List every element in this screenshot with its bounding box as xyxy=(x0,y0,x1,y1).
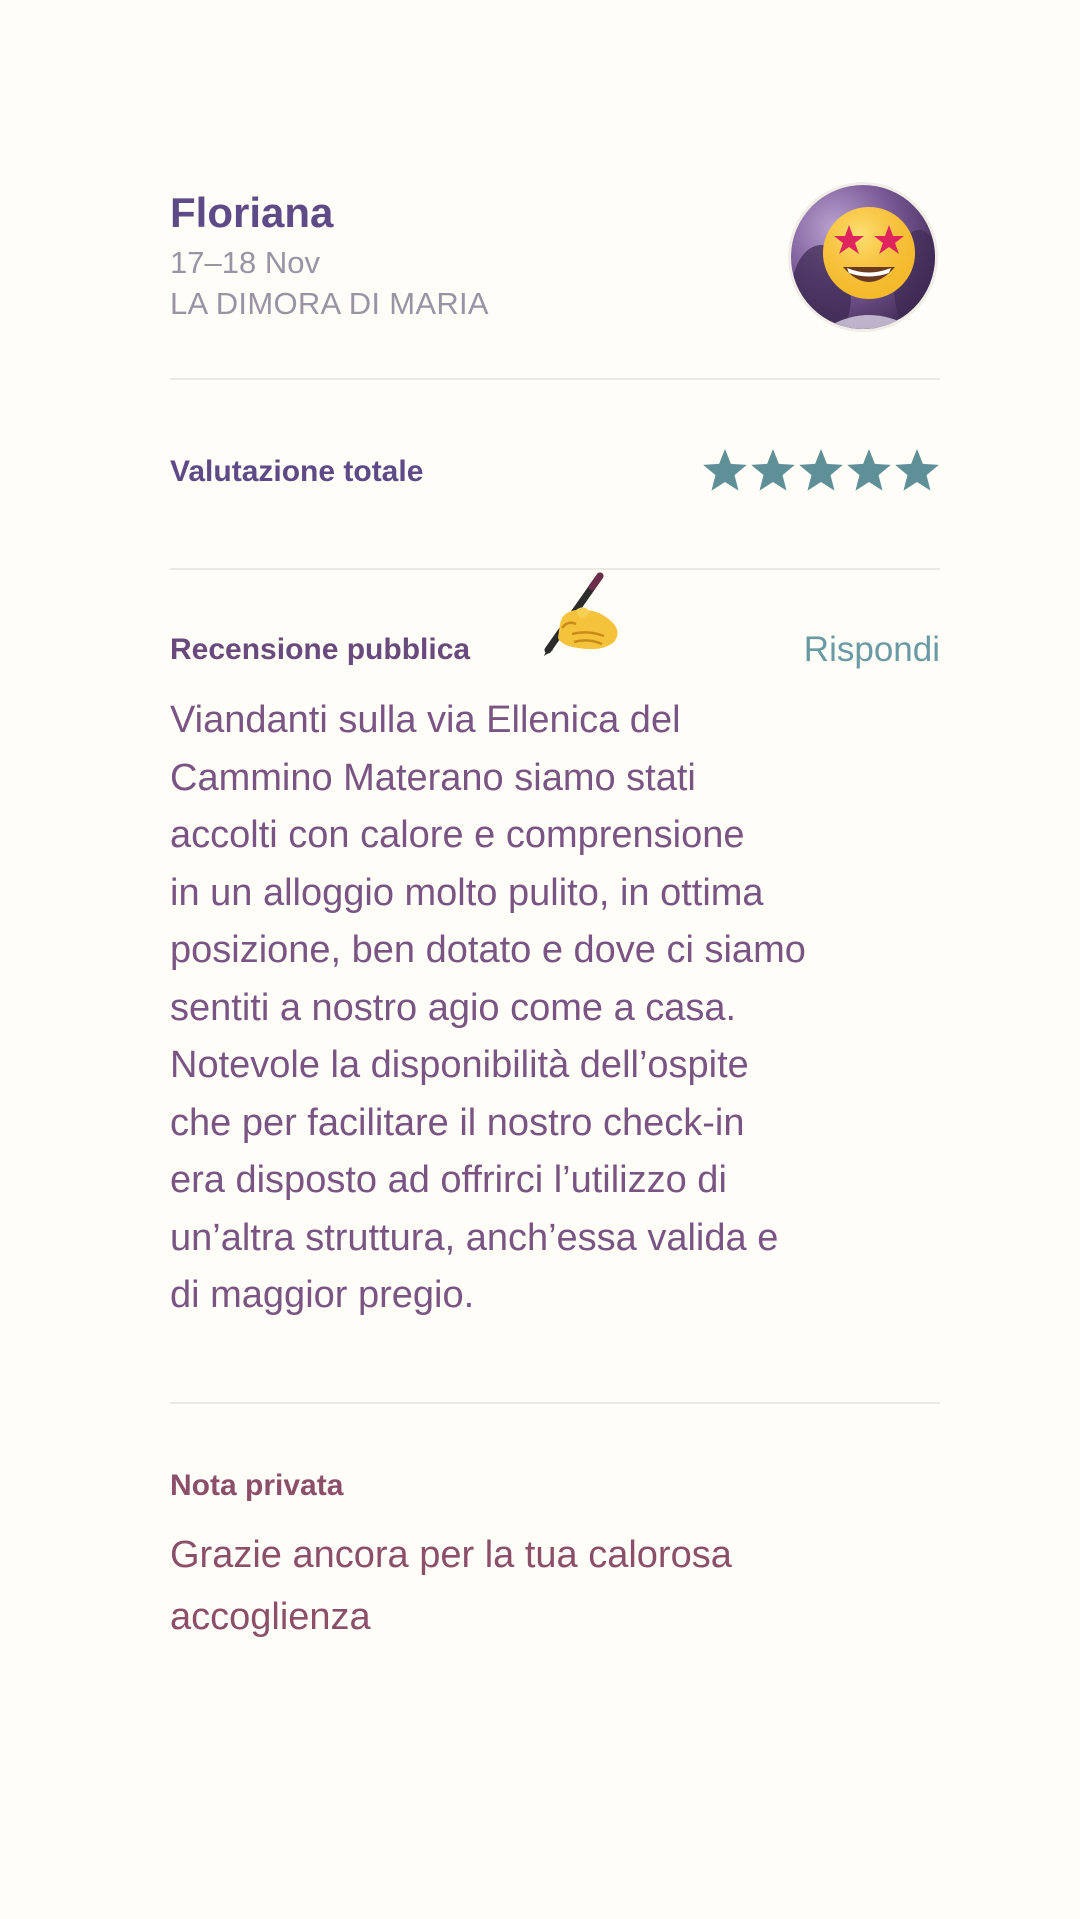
private-note-label: Nota privata xyxy=(170,1469,344,1502)
stay-dates: 17–18 Nov xyxy=(170,245,320,280)
divider xyxy=(170,1402,940,1404)
star-icon xyxy=(751,449,795,491)
public-review-label: Recensione pubblica xyxy=(170,633,471,666)
listing-name: LA DIMORA DI MARIA xyxy=(170,286,489,321)
reply-link[interactable]: Rispondi xyxy=(804,628,940,672)
guest-name: Floriana xyxy=(170,189,334,236)
divider xyxy=(170,378,940,380)
star-icon xyxy=(799,449,843,491)
star-icon xyxy=(847,449,891,491)
writing-hand-icon xyxy=(532,568,632,668)
star-struck-emoji-icon xyxy=(791,207,935,329)
overall-rating-label: Valutazione totale xyxy=(170,455,424,488)
public-review-text: Viandanti sulla via Ellenica del Cammino… xyxy=(170,699,806,1316)
rating-stars xyxy=(700,446,940,496)
star-icon xyxy=(703,449,747,491)
guest-header: Floriana 17–18 Nov LA DIMORA DI MARIA xyxy=(170,182,940,348)
private-note-text: Grazie ancora per la tua calorosa accogl… xyxy=(170,1534,732,1638)
avatar[interactable] xyxy=(788,182,938,332)
star-icon xyxy=(895,449,939,491)
star-rating-icons xyxy=(703,449,939,491)
